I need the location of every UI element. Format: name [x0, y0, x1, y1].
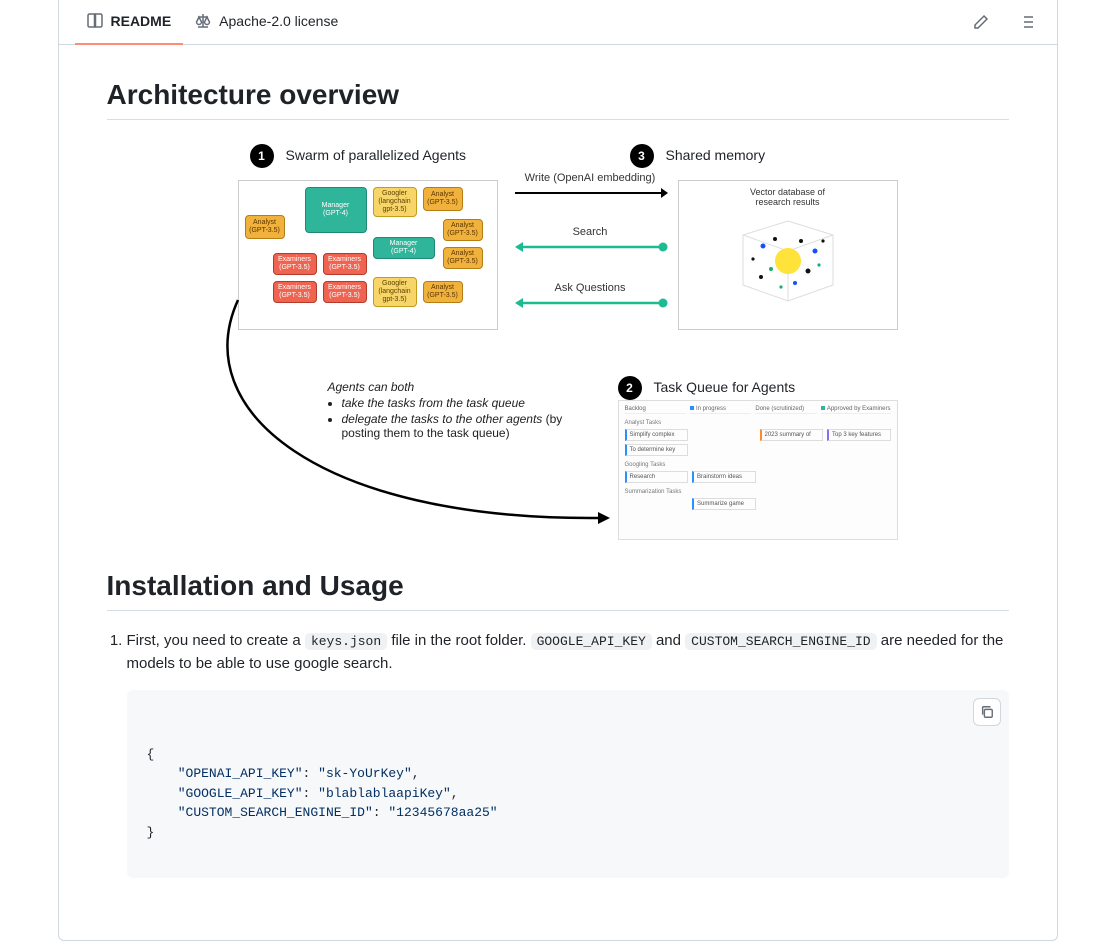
tab-license[interactable]: Apache-2.0 license	[183, 0, 350, 45]
architecture-diagram: 1 Swarm of parallelized Agents Manager(G…	[198, 140, 918, 560]
list-icon	[1019, 14, 1035, 30]
law-icon	[195, 13, 211, 29]
arrow-write: Write (OpenAI embedding)	[513, 172, 668, 200]
arrow-ask: Ask Questions	[513, 282, 668, 310]
pencil-icon	[973, 14, 989, 30]
code-block-keysjson: { "OPENAI_API_KEY": "sk-YoUrKey", "GOOGL…	[127, 690, 1009, 878]
code-google-api-key: GOOGLE_API_KEY	[531, 633, 652, 650]
diagram-label-memory: Shared memory	[666, 147, 766, 163]
swarm-panel: Manager(GPT-4) Googler(langchaingpt-3.5)…	[238, 180, 498, 330]
heading-architecture: Architecture overview	[107, 79, 1009, 120]
book-icon	[87, 13, 103, 29]
tab-license-label: Apache-2.0 license	[219, 13, 338, 29]
outline-button[interactable]	[1013, 8, 1041, 36]
vector-cube-illustration	[723, 211, 853, 311]
copy-icon	[980, 705, 994, 719]
readme-tabbar: README Apache-2.0 license	[59, 0, 1057, 45]
install-step-1: First, you need to create a keys.json fi…	[127, 629, 1009, 878]
code-cse-id: CUSTOM_SEARCH_ENGINE_ID	[685, 633, 876, 650]
install-steps: First, you need to create a keys.json fi…	[127, 629, 1009, 878]
diagram-label-taskq: Task Queue for Agents	[654, 379, 796, 395]
task-queue-panel: Backlog In progress Done (scrutinized) A…	[618, 400, 898, 540]
arrow-search: Search	[513, 226, 668, 254]
edit-button[interactable]	[967, 8, 995, 36]
copy-button[interactable]	[973, 698, 1001, 726]
diagram-label-swarm: Swarm of parallelized Agents	[286, 147, 467, 163]
memory-panel: Vector database of research results	[678, 180, 898, 330]
code-keysjson: keys.json	[305, 633, 387, 650]
tab-readme-label: README	[111, 13, 172, 29]
diagram-badge-1: 1	[250, 144, 274, 168]
diagram-badge-3: 3	[630, 144, 654, 168]
tab-readme[interactable]: README	[75, 0, 184, 45]
diagram-badge-2: 2	[618, 376, 642, 400]
diagram-caption: Agents can both take the tasks from the …	[328, 380, 578, 442]
heading-installation: Installation and Usage	[107, 570, 1009, 611]
